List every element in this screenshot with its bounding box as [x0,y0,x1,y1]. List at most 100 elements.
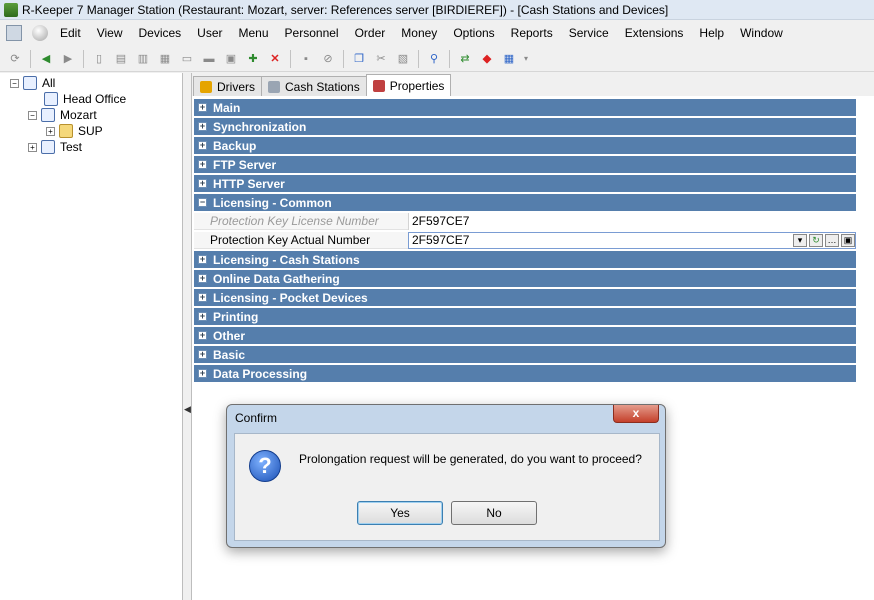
cut-icon[interactable]: ✂ [372,50,390,68]
tab-drivers[interactable]: Drivers [193,76,262,96]
expand-icon[interactable]: + [46,126,55,136]
menu-extensions[interactable]: Extensions [617,21,692,45]
export-icon[interactable]: ◆ [478,50,496,68]
tab-strip: Drivers Cash Stations Properties [193,74,452,96]
menu-menu[interactable]: Menu [231,21,277,45]
scanner-icon[interactable]: ▣ [222,50,240,68]
menu-personnel[interactable]: Personnel [277,21,347,45]
menu-options[interactable]: Options [445,21,502,45]
expand-icon[interactable]: + [198,255,207,264]
properties-icon[interactable]: ▤ [112,50,130,68]
group-licensing-pocket-devices[interactable]: + Licensing - Pocket Devices [194,289,856,306]
collapse-icon[interactable]: − [28,110,37,120]
group-synchronization[interactable]: + Synchronization [194,118,856,135]
key-icon[interactable]: ▣ [841,233,855,247]
search-icon[interactable]: ⚲ [425,50,443,68]
status-ball-icon [32,25,48,41]
forward-icon[interactable]: ▶ [59,50,77,68]
group-backup[interactable]: + Backup [194,137,856,154]
back-icon[interactable]: ◀ [37,50,55,68]
group-licensing-cash-stations[interactable]: + Licensing - Cash Stations [194,251,856,268]
refresh-icon[interactable]: ⟳ [6,50,24,68]
sync-icon[interactable]: ⇄ [456,50,474,68]
expand-icon[interactable]: + [198,274,207,283]
expand-icon[interactable]: + [198,350,207,359]
menu-reports[interactable]: Reports [503,21,561,45]
group-licensing-common[interactable]: − Licensing - Common [194,194,856,211]
group-printing[interactable]: + Printing [194,308,856,325]
yes-button[interactable]: Yes [357,501,443,525]
restaurant-icon [44,92,58,106]
tab-label: Cash Stations [285,79,360,94]
question-icon: ? [249,450,281,482]
print-icon[interactable]: ▦ [156,50,174,68]
expand-icon[interactable]: + [198,141,207,150]
expand-icon[interactable]: + [198,369,207,378]
panel-splitter[interactable] [182,73,192,600]
menu-help[interactable]: Help [691,21,732,45]
tree-node-label: Mozart [60,108,97,122]
network-icon [23,76,37,90]
close-button[interactable]: x [613,405,659,423]
restaurant-icon [41,108,55,122]
new-document-icon[interactable]: ▯ [90,50,108,68]
tree-node-head-office[interactable]: Head Office [44,91,126,107]
document-menu-icon[interactable] [6,25,22,41]
tree-node-test[interactable]: + Test [28,139,82,155]
tree-node-mozart[interactable]: − Mozart [28,107,97,123]
ellipsis-icon[interactable]: … [825,233,839,247]
menu-window[interactable]: Window [732,21,791,45]
expand-icon[interactable]: + [198,331,207,340]
group-ftp-server[interactable]: + FTP Server [194,156,856,173]
collapse-icon[interactable]: − [10,78,19,88]
menu-order[interactable]: Order [347,21,394,45]
expand-icon[interactable]: + [28,142,37,152]
card-reader-icon[interactable]: ▬ [200,50,218,68]
menu-devices[interactable]: Devices [130,21,189,45]
group-main[interactable]: + Main [194,99,856,116]
menu-service[interactable]: Service [561,21,617,45]
toolbar-separator [83,49,84,68]
add-icon[interactable]: ✚ [244,50,262,68]
menu-money[interactable]: Money [393,21,445,45]
toolbar-separator [30,49,31,68]
tree-node-label: All [42,76,56,90]
chevron-down-icon[interactable]: ▾ [522,50,530,68]
group-basic[interactable]: + Basic [194,346,856,363]
tab-properties[interactable]: Properties [365,74,452,96]
cancel-icon[interactable]: ⊘ [319,50,337,68]
delete-icon[interactable]: ✕ [266,50,284,68]
save-icon[interactable]: ▪ [297,50,315,68]
expand-icon[interactable]: + [198,179,207,188]
expand-icon[interactable]: + [198,103,207,112]
refresh-icon[interactable]: ↻ [809,233,823,247]
dropdown-icon[interactable]: ▾ [793,233,807,247]
group-other[interactable]: + Other [194,327,856,344]
tree-node-all[interactable]: − All [10,75,55,91]
no-button[interactable]: No [451,501,537,525]
group-online-data-gathering[interactable]: + Online Data Gathering [194,270,856,287]
tree-node-sup[interactable]: + SUP [46,123,103,139]
cash-drawer-icon[interactable]: ▭ [178,50,196,68]
property-actual-number[interactable]: Protection Key Actual Number 2F597CE7 ▾ … [194,231,856,249]
drivers-icon [200,80,212,93]
collapse-icon[interactable]: − [198,198,207,207]
menu-edit[interactable]: Edit [52,21,89,45]
group-http-server[interactable]: + HTTP Server [194,175,856,192]
tab-cash-stations[interactable]: Cash Stations [261,76,367,96]
expand-icon[interactable]: + [198,160,207,169]
grid-view-icon[interactable]: ▦ [500,50,518,68]
property-value-editor[interactable]: 2F597CE7 ▾ ↻ … ▣ [408,231,856,249]
copy-icon[interactable]: ❐ [350,50,368,68]
expand-icon[interactable]: + [198,122,207,131]
paste-icon[interactable]: ▧ [394,50,412,68]
expand-icon[interactable]: + [198,312,207,321]
group-data-processing[interactable]: + Data Processing [194,365,856,382]
collapse-arrow-icon[interactable]: ◀ [184,404,191,414]
menu-view[interactable]: View [89,21,131,45]
group-label: Online Data Gathering [213,271,340,286]
property-license-number[interactable]: Protection Key License Number 2F597CE7 [194,212,856,230]
expand-icon[interactable]: + [198,293,207,302]
menu-user[interactable]: User [189,21,230,45]
device-icon[interactable]: ▥ [134,50,152,68]
